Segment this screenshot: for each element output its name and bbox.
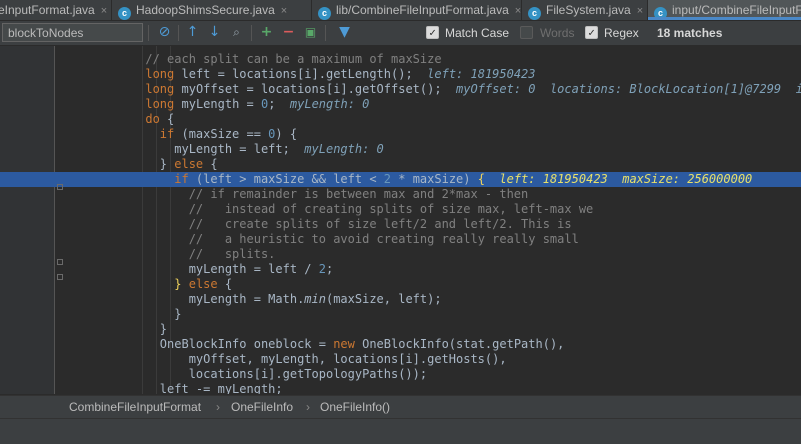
find-all-icon[interactable]: ⌕ [228, 24, 245, 41]
breadcrumb-inner-class[interactable]: OneFileInfo [231, 400, 293, 415]
tab-hadoopshimssecure[interactable]: c HadoopShimsSecure.java × [112, 0, 312, 20]
regex-checkbox[interactable]: ✓ [585, 26, 598, 39]
java-class-icon: c [528, 7, 541, 20]
close-icon[interactable]: × [281, 5, 287, 17]
code-text: locations[i].getTopologyPaths()); [102, 367, 428, 381]
code-text: // instead of creating splits of size ma… [188, 202, 594, 216]
remove-occurrence-icon[interactable]: − [280, 24, 297, 41]
code-line[interactable]: // create splits of size left/2 and left… [0, 217, 801, 232]
tab-inputformat[interactable]: eInputFormat.java × [0, 0, 112, 20]
code-text: myLength = Math.min(maxSize, left); [102, 292, 442, 306]
code-text: // each split can be a maximum of maxSiz… [145, 52, 442, 66]
code-line[interactable]: long myLength = 0; myLength: 0 [0, 97, 801, 112]
code-line[interactable]: myLength = left / 2; [0, 262, 801, 277]
divider [178, 25, 179, 41]
code-line[interactable]: } [0, 322, 801, 337]
code-line[interactable]: // instead of creating splits of size ma… [0, 202, 801, 217]
divider [251, 25, 252, 41]
code-text: long myLength = 0; myLength: 0 [145, 97, 370, 111]
code-text: // if remainder is between max and 2*max… [188, 187, 529, 201]
code-line[interactable]: myOffset, myLength, locations[i].getHost… [0, 352, 801, 367]
tab-label: eInputFormat.java [0, 3, 95, 17]
code-line[interactable]: } [0, 307, 801, 322]
code-line[interactable]: // if remainder is between max and 2*max… [0, 187, 801, 202]
previous-occurrence-icon[interactable]: ↑ [184, 24, 201, 41]
breadcrumb: CombineFileInputFormat › OneFileInfo › O… [0, 395, 801, 418]
close-icon[interactable]: × [637, 5, 643, 17]
code-text: } [102, 322, 168, 336]
code-line[interactable]: do { [0, 112, 801, 127]
code-text: // splits. [188, 247, 276, 261]
match-case-label: Match Case [445, 26, 510, 40]
code-text: OneBlockInfo oneblock = new OneBlockInfo… [102, 337, 565, 351]
code-line[interactable]: if (maxSize == 0) { [0, 127, 801, 142]
status-bar [0, 418, 801, 444]
code-text: myOffset, myLength, locations[i].getHost… [102, 352, 507, 366]
breadcrumb-separator: › [216, 400, 220, 414]
fold-marker-icon[interactable] [57, 184, 63, 190]
tab-label: HadoopShimsSecure.java [136, 3, 275, 17]
editor-tab-bar: eInputFormat.java × c HadoopShimsSecure.ja… [0, 0, 801, 21]
regex-label: Regex [604, 26, 639, 40]
code-editor[interactable]: // each split can be a maximum of maxSiz… [0, 46, 801, 394]
code-text: long left = locations[i].getLength(); le… [145, 67, 536, 81]
execution-line[interactable]: if (left > maxSize && left < 2 * maxSize… [0, 172, 801, 187]
next-occurrence-icon[interactable]: ↓ [206, 24, 223, 41]
code-text: left -= myLength; [102, 382, 283, 394]
close-icon[interactable]: × [101, 5, 107, 17]
code-line[interactable]: long myOffset = locations[i].getOffset()… [0, 82, 801, 97]
code-text: // a heuristic to avoid creating really … [188, 232, 579, 246]
search-input[interactable] [8, 24, 136, 41]
breadcrumb-constructor[interactable]: OneFileInfo() [320, 400, 390, 415]
tab-label: lib/CombineFileInputFormat.java [336, 3, 509, 17]
select-all-occurrences-icon[interactable]: ▣ [302, 24, 319, 41]
active-tab-indicator [648, 17, 801, 20]
code-line[interactable]: // each split can be a maximum of maxSiz… [0, 52, 801, 67]
code-line[interactable]: } else { [0, 277, 801, 292]
code-text: if (left > maxSize && left < 2 * maxSize… [174, 172, 753, 186]
words-checkbox[interactable] [520, 26, 533, 39]
tab-input-combinefileinputformat[interactable]: c input/CombineFileInputF [648, 0, 801, 20]
code-text: do { [145, 112, 175, 126]
code-text: } else { [174, 277, 233, 291]
code-text: // create splits of size left/2 and left… [188, 217, 572, 231]
add-occurrence-icon[interactable]: + [258, 24, 275, 41]
fold-marker-icon[interactable] [57, 259, 63, 265]
code-line[interactable]: myLength = left; myLength: 0 [0, 142, 801, 157]
breadcrumb-class[interactable]: CombineFileInputFormat [69, 400, 201, 415]
fold-marker-icon[interactable] [57, 274, 63, 280]
words-label: Words [540, 26, 575, 40]
find-bar: ⊘ ↑ ↓ ⌕ + − ▣ ▼ ✓ Match Case Words ✓ Reg… [0, 21, 801, 45]
code-line[interactable]: // splits. [0, 247, 801, 262]
java-class-icon: c [118, 7, 131, 20]
code-line[interactable]: left -= myLength; [0, 382, 801, 394]
java-class-icon: c [318, 7, 331, 20]
code-text: } else { [102, 157, 218, 171]
code-line[interactable]: } else { [0, 157, 801, 172]
code-line[interactable]: OneBlockInfo oneblock = new OneBlockInfo… [0, 337, 801, 352]
tab-lib-combinefileinputformat[interactable]: c lib/CombineFileInputFormat.java × [312, 0, 522, 20]
code-text: long myOffset = locations[i].getOffset()… [145, 82, 801, 96]
code-text: myLength = left / 2; [102, 262, 334, 276]
divider [148, 25, 149, 41]
code-text: if (maxSize == 0) { [159, 127, 298, 141]
clear-search-icon[interactable]: ⊘ [156, 24, 173, 41]
filter-icon[interactable]: ▼ [336, 24, 353, 41]
tab-label: FileSystem.java [546, 3, 631, 17]
match-count: 18 matches [657, 26, 723, 40]
code-line[interactable]: locations[i].getTopologyPaths()); [0, 367, 801, 382]
code-line[interactable]: myLength = Math.min(maxSize, left); [0, 292, 801, 307]
code-line[interactable]: long left = locations[i].getLength(); le… [0, 67, 801, 82]
divider [325, 25, 326, 41]
code-line[interactable]: // a heuristic to avoid creating really … [0, 232, 801, 247]
search-box [2, 23, 143, 42]
code-text: myLength = left; myLength: 0 [102, 142, 384, 156]
tab-label: input/CombineFileInputF [672, 3, 801, 17]
tab-filesystem[interactable]: c FileSystem.java × [522, 0, 648, 20]
code-text: } [102, 307, 182, 321]
breadcrumb-separator: › [306, 400, 310, 414]
close-icon[interactable]: × [515, 5, 521, 17]
match-case-checkbox[interactable]: ✓ [426, 26, 439, 39]
